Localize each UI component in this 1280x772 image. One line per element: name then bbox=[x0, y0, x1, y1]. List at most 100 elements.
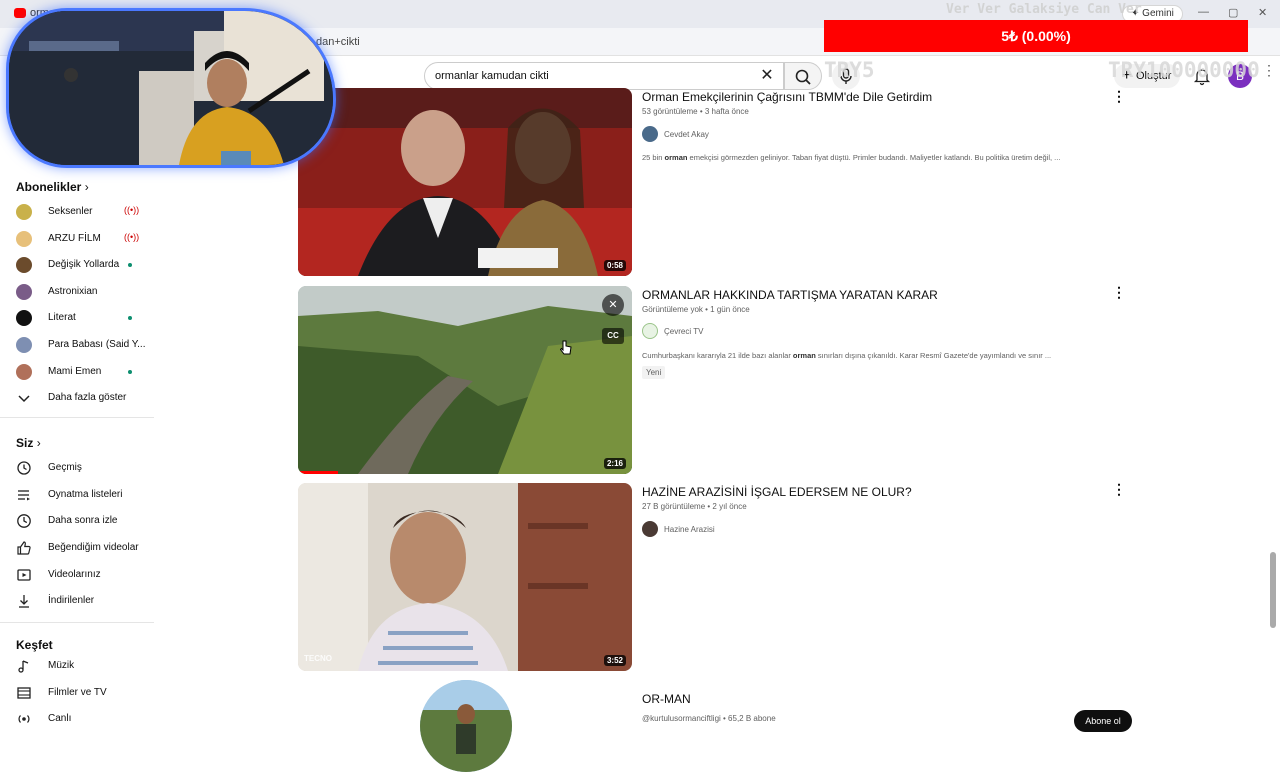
channel-avatar bbox=[16, 364, 32, 380]
url-text: dan+cikti bbox=[316, 36, 360, 48]
video-description: Cumhurbaşkanı kararıyla 21 ilde bazı ala… bbox=[642, 351, 1102, 360]
close-window-button[interactable]: ✕ bbox=[1258, 6, 1267, 19]
more-options-icon[interactable]: ⋮ bbox=[1112, 481, 1126, 497]
sidebar-item-subscription[interactable]: Mami Emen bbox=[16, 362, 156, 384]
film-icon bbox=[17, 687, 31, 699]
new-content-dot bbox=[128, 370, 132, 374]
sidebar-divider bbox=[0, 417, 154, 418]
mute-icon[interactable]: ✕ bbox=[602, 294, 624, 316]
search-query: ormanlar kamudan cikti bbox=[435, 70, 549, 82]
video-meta: 27 B görüntüleme • 2 yıl önce bbox=[642, 502, 747, 511]
sidebar-item-subscription[interactable]: ARZU FİLM ((•)) bbox=[16, 229, 156, 251]
sidebar-item-downloads[interactable]: İndirilenler bbox=[16, 591, 156, 613]
video-thumbnail[interactable]: 0:58 bbox=[298, 88, 632, 276]
channel-title[interactable]: OR-MAN bbox=[642, 692, 691, 706]
try5-overlay-text: TRY5 bbox=[824, 58, 875, 82]
thumbs-up-icon bbox=[17, 541, 31, 555]
thumbnail-watermark: TECNO bbox=[304, 654, 332, 663]
subscriptions-heading[interactable]: Abonelikler › bbox=[16, 180, 89, 194]
clear-search-icon[interactable]: ✕ bbox=[756, 66, 778, 86]
history-icon bbox=[17, 461, 31, 475]
sidebar-item-live[interactable]: Canlı bbox=[16, 709, 156, 731]
live-icon bbox=[18, 715, 30, 723]
channel-avatar-large[interactable] bbox=[420, 680, 512, 772]
video-thumbnail[interactable]: TECNO 3:52 bbox=[298, 483, 632, 671]
live-icon: ((•)) bbox=[124, 232, 140, 242]
scrollbar[interactable] bbox=[1270, 552, 1276, 628]
youtube-favicon-icon bbox=[14, 8, 26, 18]
playlist-icon bbox=[18, 490, 30, 501]
webcam-overlay bbox=[6, 8, 336, 168]
channel-avatar bbox=[16, 204, 32, 220]
channel-avatar bbox=[16, 284, 32, 300]
description-text: sınırları dışına çıkanıldı. Karar Resmî … bbox=[815, 351, 1052, 360]
description-text: 25 bin bbox=[642, 153, 665, 162]
donation-goal-bar: 5₺ (0.00%) bbox=[824, 20, 1248, 52]
sidebar-item-playlists[interactable]: Oynatma listeleri bbox=[16, 485, 156, 507]
sidebar-item-label: Para Babası (Said Y... bbox=[48, 339, 146, 350]
channel-avatar bbox=[642, 323, 658, 339]
new-content-dot bbox=[128, 263, 132, 267]
subscribe-button[interactable]: Abone ol bbox=[1074, 710, 1132, 732]
browser-menu-icon[interactable]: ⋮ bbox=[1262, 62, 1276, 79]
captions-icon[interactable]: CC bbox=[602, 328, 624, 344]
sidebar: Abonelikler › Seksenler ((•)) ARZU FİLM … bbox=[0, 170, 160, 724]
sidebar-item-your-videos[interactable]: Videolarınız bbox=[16, 565, 156, 587]
search-icon bbox=[795, 69, 811, 85]
sidebar-item-label: Değişik Yollarda bbox=[48, 259, 120, 270]
sidebar-item-label: Geçmiş bbox=[48, 462, 82, 473]
description-text: emekçisi görmezden geliniyor. Taban fiya… bbox=[687, 153, 1061, 162]
video-icon bbox=[17, 569, 31, 581]
video-title[interactable]: Orman Emekçilerinin Çağrısını TBMM'de Di… bbox=[642, 90, 932, 104]
try-big-overlay-text: TRY100000000 bbox=[1108, 58, 1260, 82]
channel-meta: @kurtulusormanciftligi • 65,2 B abone bbox=[642, 714, 776, 723]
search-button[interactable] bbox=[784, 62, 822, 90]
chevron-down-icon bbox=[18, 395, 30, 403]
sidebar-item-history[interactable]: Geçmiş bbox=[16, 458, 156, 480]
search-input[interactable]: ormanlar kamudan cikti bbox=[424, 62, 784, 90]
maximize-button[interactable]: ▢ bbox=[1228, 6, 1238, 19]
you-title: Siz bbox=[16, 436, 34, 450]
sidebar-item-liked-videos[interactable]: Beğendiğim videolar bbox=[16, 538, 156, 560]
show-more-button[interactable]: Daha fazla göster bbox=[16, 388, 156, 410]
explore-heading: Keşfet bbox=[16, 638, 53, 652]
video-title[interactable]: HAZİNE ARAZİSİNİ İŞGAL EDERSEM NE OLUR? bbox=[642, 485, 912, 499]
video-title[interactable]: ORMANLAR HAKKINDA TARTIŞMA YARATAN KARAR bbox=[642, 288, 938, 302]
sidebar-item-label: Seksenler bbox=[48, 206, 93, 217]
you-heading[interactable]: Siz › bbox=[16, 436, 41, 450]
channel-avatar bbox=[16, 257, 32, 273]
sidebar-item-music[interactable]: Müzik bbox=[16, 656, 156, 678]
minimize-button[interactable]: — bbox=[1198, 6, 1209, 18]
sidebar-item-label: İndirilenler bbox=[48, 595, 95, 606]
sidebar-item-label: Astronixian bbox=[48, 286, 98, 297]
preview-progress-bar bbox=[298, 471, 338, 474]
live-icon: ((•)) bbox=[124, 205, 140, 215]
new-content-dot bbox=[128, 316, 132, 320]
sidebar-item-label: Mami Emen bbox=[48, 366, 102, 377]
sidebar-item-label: ARZU FİLM bbox=[48, 233, 101, 244]
sidebar-item-label: Canlı bbox=[48, 713, 72, 724]
sidebar-item-movies-tv[interactable]: Filmler ve TV bbox=[16, 683, 156, 705]
sidebar-item-subscription[interactable]: Para Babası (Said Y... bbox=[16, 335, 156, 357]
sidebar-item-subscription[interactable]: Seksenler ((•)) bbox=[16, 202, 156, 224]
sidebar-item-subscription[interactable]: Astronixian bbox=[16, 282, 156, 304]
more-options-icon[interactable]: ⋮ bbox=[1112, 284, 1126, 300]
channel-avatar bbox=[16, 231, 32, 247]
sidebar-item-label: Videolarınız bbox=[48, 569, 101, 580]
channel-name: Cevdet Akay bbox=[664, 130, 709, 139]
sidebar-item-subscription[interactable]: Literat bbox=[16, 308, 156, 330]
sidebar-item-label: Daha sonra izle bbox=[48, 515, 118, 526]
channel-name: Çevreci TV bbox=[664, 327, 704, 336]
sidebar-item-label: Müzik bbox=[48, 660, 75, 671]
video-thumbnail[interactable]: ✕ CC 2:16 bbox=[298, 286, 632, 474]
description-highlight: orman bbox=[792, 351, 816, 360]
sidebar-item-subscription[interactable]: Değişik Yollarda bbox=[16, 255, 156, 277]
hand-cursor-icon bbox=[560, 340, 572, 355]
video-meta: 53 görüntüleme • 3 hafta önce bbox=[642, 107, 749, 116]
channel-avatar-image bbox=[420, 680, 512, 772]
more-options-icon[interactable]: ⋮ bbox=[1112, 88, 1126, 104]
description-text: Cumhurbaşkanı kararıyla 21 ilde bazı ala… bbox=[642, 351, 793, 360]
video-description: 25 bin orman emekçisi görmezden geliniyo… bbox=[642, 153, 1102, 162]
sidebar-item-watch-later[interactable]: Daha sonra izle bbox=[16, 511, 156, 533]
description-highlight: orman bbox=[664, 153, 688, 162]
